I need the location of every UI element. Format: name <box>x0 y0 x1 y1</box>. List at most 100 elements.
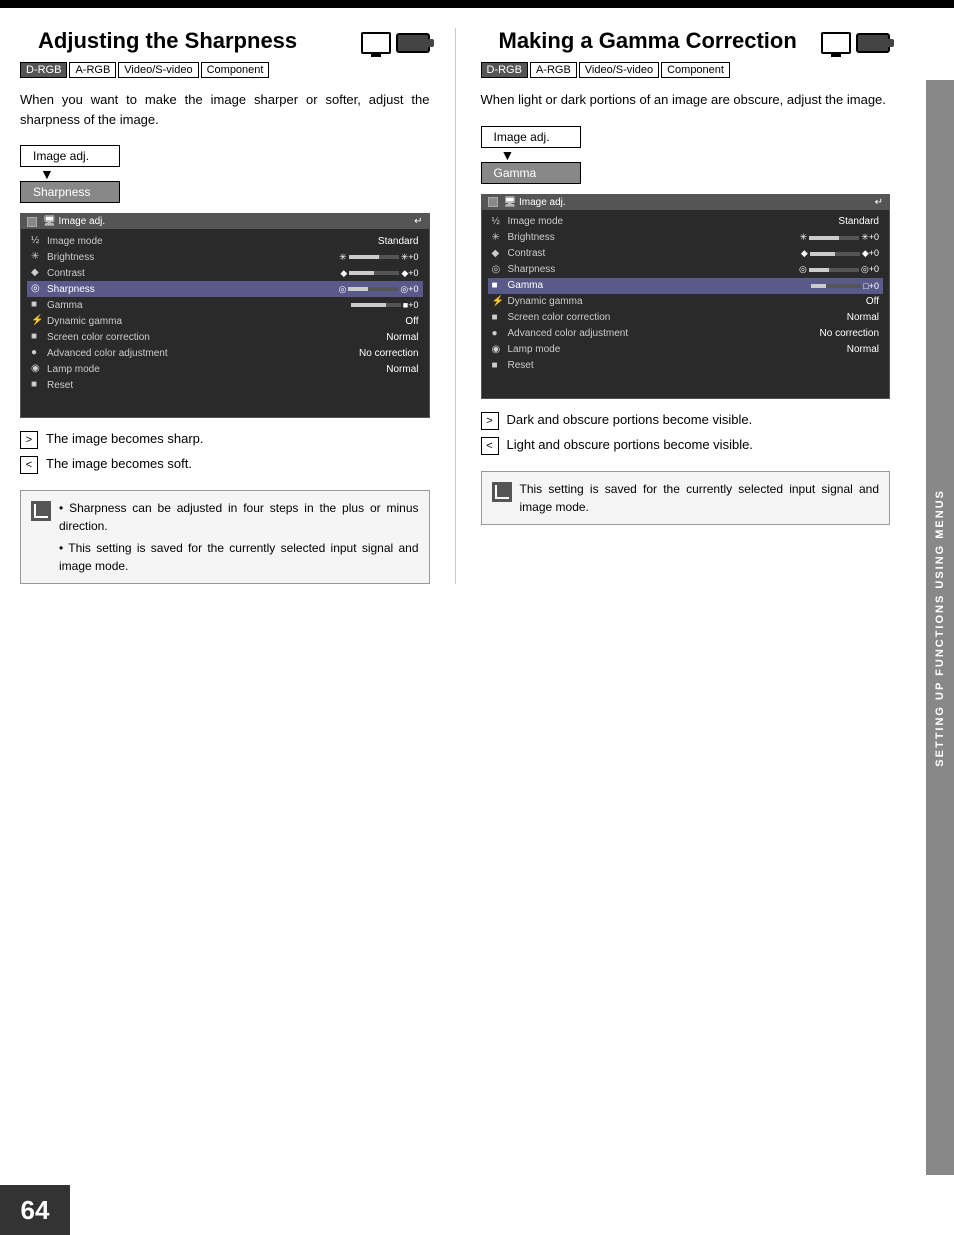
right-row-imagemode: ½ Image mode Standard <box>488 214 884 230</box>
left-panel-title-bar: 🖥 Image adj. ↵ <box>21 214 429 229</box>
side-label-text: SETTING UP FUNCTIONS USING MENUS <box>934 489 946 767</box>
left-tags: D-RGB A-RGB Video/S-video Component <box>20 62 430 78</box>
sharpness-track-right <box>809 268 859 272</box>
right-panel-title-bar: 🖥 Image adj. ↵ <box>482 195 890 210</box>
brightness-fill-left <box>349 255 379 259</box>
screencolor-icon-right: ■ <box>492 312 504 324</box>
page-number: 64 <box>0 1185 70 1235</box>
menu-box-image-adj-left: Image adj. <box>20 145 120 167</box>
right-note-content: This setting is saved for the currently … <box>520 480 880 516</box>
brightness-icon-right: ✳ <box>492 232 504 244</box>
lampmode-label-right: Lamp mode <box>508 344 843 355</box>
tag-component: Component <box>201 62 270 78</box>
right-row-contrast: ◆ Contrast ◆◆+0 <box>488 246 884 262</box>
note-icon-right <box>492 482 512 502</box>
column-divider <box>455 28 456 584</box>
right-tag-component: Component <box>661 62 730 78</box>
tag-video: Video/S-video <box>118 62 198 78</box>
sharpness-icon-left: ◎ <box>31 283 43 295</box>
advancedcolor-icon-left: ● <box>31 347 43 359</box>
greater-icon-left: > <box>20 431 38 449</box>
contrast-fill-left <box>349 271 374 275</box>
right-menu-flow: Image adj. ▼ Gamma <box>481 126 891 184</box>
sharpness-track-left <box>348 287 398 291</box>
contrast-label-left: Contrast <box>47 268 336 279</box>
gamma-fill-left <box>351 303 386 307</box>
contrast-icon-left: ◆ <box>31 267 43 279</box>
menu-arrow-left: ▼ <box>40 167 54 181</box>
brightness-label-right: Brightness <box>508 232 796 243</box>
left-row-imagemode: ½ Image mode Standard <box>27 233 423 249</box>
contrast-value-right: ◆◆+0 <box>801 248 879 259</box>
left-column: Adjusting the Sharpness D-RGB A-RGB Vide… <box>20 28 430 584</box>
sharpness-fill-left <box>348 287 368 291</box>
right-monitor-icon <box>821 32 851 54</box>
win-btn-left <box>27 217 37 227</box>
tag-drgb: D-RGB <box>20 62 67 78</box>
right-note-box: This setting is saved for the currently … <box>481 471 891 525</box>
reset-icon-left: ■ <box>31 379 43 391</box>
main-content: Adjusting the Sharpness D-RGB A-RGB Vide… <box>0 8 920 604</box>
lampmode-value-left: Normal <box>386 364 418 375</box>
right-bullet-section: > Dark and obscure portions become visib… <box>481 411 891 461</box>
reset-icon-right: ■ <box>492 360 504 372</box>
greater-text-left: The image becomes sharp. <box>46 430 430 448</box>
greater-icon-right: > <box>481 412 499 430</box>
imagemode-label-left: Image mode <box>47 236 374 247</box>
dynamicgamma-value-left: Off <box>405 316 418 327</box>
imagemode-icon-left: ½ <box>31 235 43 247</box>
contrast-track-left <box>349 271 399 275</box>
menu-box-image-adj-right: Image adj. <box>481 126 581 148</box>
sharpness-label-right: Sharpness <box>508 264 796 275</box>
gamma-icon-right: ■ <box>492 280 504 292</box>
lampmode-icon-left: ◉ <box>31 363 43 375</box>
right-note-text: This setting is saved for the currently … <box>520 480 880 516</box>
gamma-bar-right: □+0 <box>811 281 879 291</box>
note-icon-left <box>31 501 51 521</box>
sharpness-icon-right: ◎ <box>492 264 504 276</box>
right-row-reset: ■ Reset <box>488 358 884 374</box>
win-btn-right <box>488 197 498 207</box>
left-row-screen-color: ■ Screen color correction Normal <box>27 329 423 345</box>
gamma-bar-left: ■+0 <box>351 300 419 310</box>
less-icon-right: < <box>481 437 499 455</box>
imagemode-value-left: Standard <box>378 236 419 247</box>
brightness-fill-right <box>809 236 839 240</box>
advancedcolor-label-right: Advanced color adjustment <box>508 328 816 339</box>
sharpness-value-left: ◎◎+0 <box>339 284 419 295</box>
brightness-label-left: Brightness <box>47 252 335 263</box>
greater-text-right: Dark and obscure portions become visible… <box>507 411 891 429</box>
right-projector-icon <box>856 33 890 53</box>
left-description: When you want to make the image sharper … <box>20 90 430 129</box>
left-note-bullet-1: • Sharpness can be adjusted in four step… <box>59 499 419 535</box>
screencolor-value-left: Normal <box>386 332 418 343</box>
left-bullet-less: < The image becomes soft. <box>20 455 430 474</box>
panel-spacer-right <box>488 374 884 394</box>
screencolor-value-right: Normal <box>847 312 879 323</box>
dynamicgamma-icon-right: ⚡ <box>492 296 504 308</box>
left-note-box: • Sharpness can be adjusted in four step… <box>20 490 430 584</box>
sharpness-bar-right: ◎◎+0 <box>799 264 879 275</box>
advancedcolor-label-left: Advanced color adjustment <box>47 348 355 359</box>
dynamicgamma-value-right: Off <box>866 296 879 307</box>
right-panel-body: ½ Image mode Standard ✳ Brightness ✳✳+0 <box>482 210 890 398</box>
sharpness-bar-left: ◎◎+0 <box>339 284 419 295</box>
gamma-value-right: □+0 <box>811 281 879 291</box>
left-note-content: • Sharpness can be adjusted in four step… <box>59 499 419 575</box>
imagemode-label-right: Image mode <box>508 216 835 227</box>
imagemode-icon-right: ½ <box>492 216 504 228</box>
gamma-fill-right <box>811 284 826 288</box>
reset-label-left: Reset <box>47 380 415 391</box>
left-menu-flow: Image adj. ▼ Sharpness <box>20 145 430 203</box>
projector-icon <box>396 33 430 53</box>
left-panel-toolbar-label: 🖥 Image adj. <box>43 216 105 227</box>
imagemode-value-right: Standard <box>838 216 879 227</box>
dynamicgamma-label-right: Dynamic gamma <box>508 296 862 307</box>
dynamicgamma-label-left: Dynamic gamma <box>47 316 401 327</box>
gamma-label-left: Gamma <box>47 300 347 311</box>
sharpness-label-left: Sharpness <box>47 284 335 295</box>
right-tag-drgb: D-RGB <box>481 62 528 78</box>
left-row-dynamic-gamma: ⚡ Dynamic gamma Off <box>27 313 423 329</box>
left-row-gamma: ■ Gamma ■+0 <box>27 297 423 313</box>
left-row-sharpness: ◎ Sharpness ◎◎+0 <box>27 281 423 297</box>
